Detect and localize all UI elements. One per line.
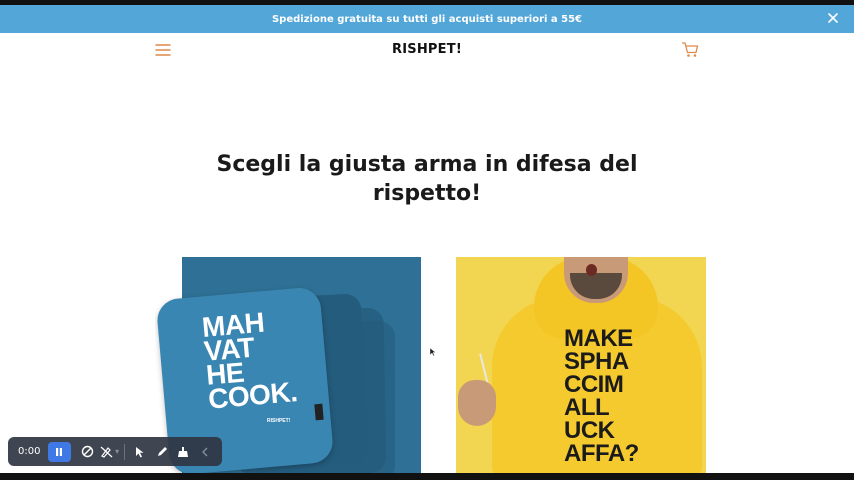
- site-header: RISHPET!: [0, 33, 854, 71]
- pillow-label-tag: [314, 403, 324, 421]
- chevron-down-icon: ▾: [115, 447, 120, 456]
- toolbar-divider: [124, 443, 126, 460]
- drawing-visibility-icon: [100, 446, 113, 458]
- collapse-toolbar-button[interactable]: [194, 442, 216, 462]
- store-page: RISHPET! Scegli la giusta arma in difesa…: [0, 33, 854, 473]
- pen-tool-button[interactable]: [151, 442, 173, 462]
- pause-button[interactable]: [47, 441, 72, 462]
- close-icon[interactable]: [826, 11, 840, 25]
- product-card-hoodie[interactable]: MAKE SPHA CCIM ALL UCK AFFA?: [456, 257, 706, 473]
- pause-icon: [56, 447, 63, 456]
- hide-drawing-button[interactable]: [77, 442, 99, 462]
- drawing-visibility-button[interactable]: ▾: [99, 442, 121, 462]
- cursor-tool-button[interactable]: [129, 442, 151, 462]
- pillow-brand-mark: RISHPET!: [267, 418, 291, 424]
- clear-drawing-button[interactable]: [173, 442, 195, 462]
- pillow-print-text: MAH VAT HE COOK.: [200, 306, 299, 415]
- mouse-cursor-icon: [430, 348, 436, 356]
- pen-tool-icon: [157, 446, 167, 456]
- hero-title: Scegli la giusta arma in difesa del risp…: [216, 152, 638, 206]
- store-logo[interactable]: RISHPET!: [0, 42, 854, 57]
- hide-drawing-icon: [82, 445, 94, 458]
- cart-icon[interactable]: [681, 41, 699, 58]
- announcement-bar: Spedizione gratuita su tutti gli acquist…: [0, 5, 854, 33]
- model-hand: [458, 380, 496, 426]
- recording-timer: 0:00: [18, 446, 41, 457]
- hoodie-print-text: MAKE SPHA CCIM ALL UCK AFFA?: [564, 325, 639, 467]
- window-bottom-edge: [0, 473, 854, 480]
- cursor-tool-icon: [136, 446, 144, 457]
- clear-drawing-icon: [178, 446, 189, 457]
- screen-recorder-toolbar: 0:00 ▾: [8, 437, 222, 466]
- collapse-icon: [202, 447, 208, 456]
- announcement-text: Spedizione gratuita su tutti gli acquist…: [271, 13, 583, 25]
- model-mouth: [586, 264, 597, 276]
